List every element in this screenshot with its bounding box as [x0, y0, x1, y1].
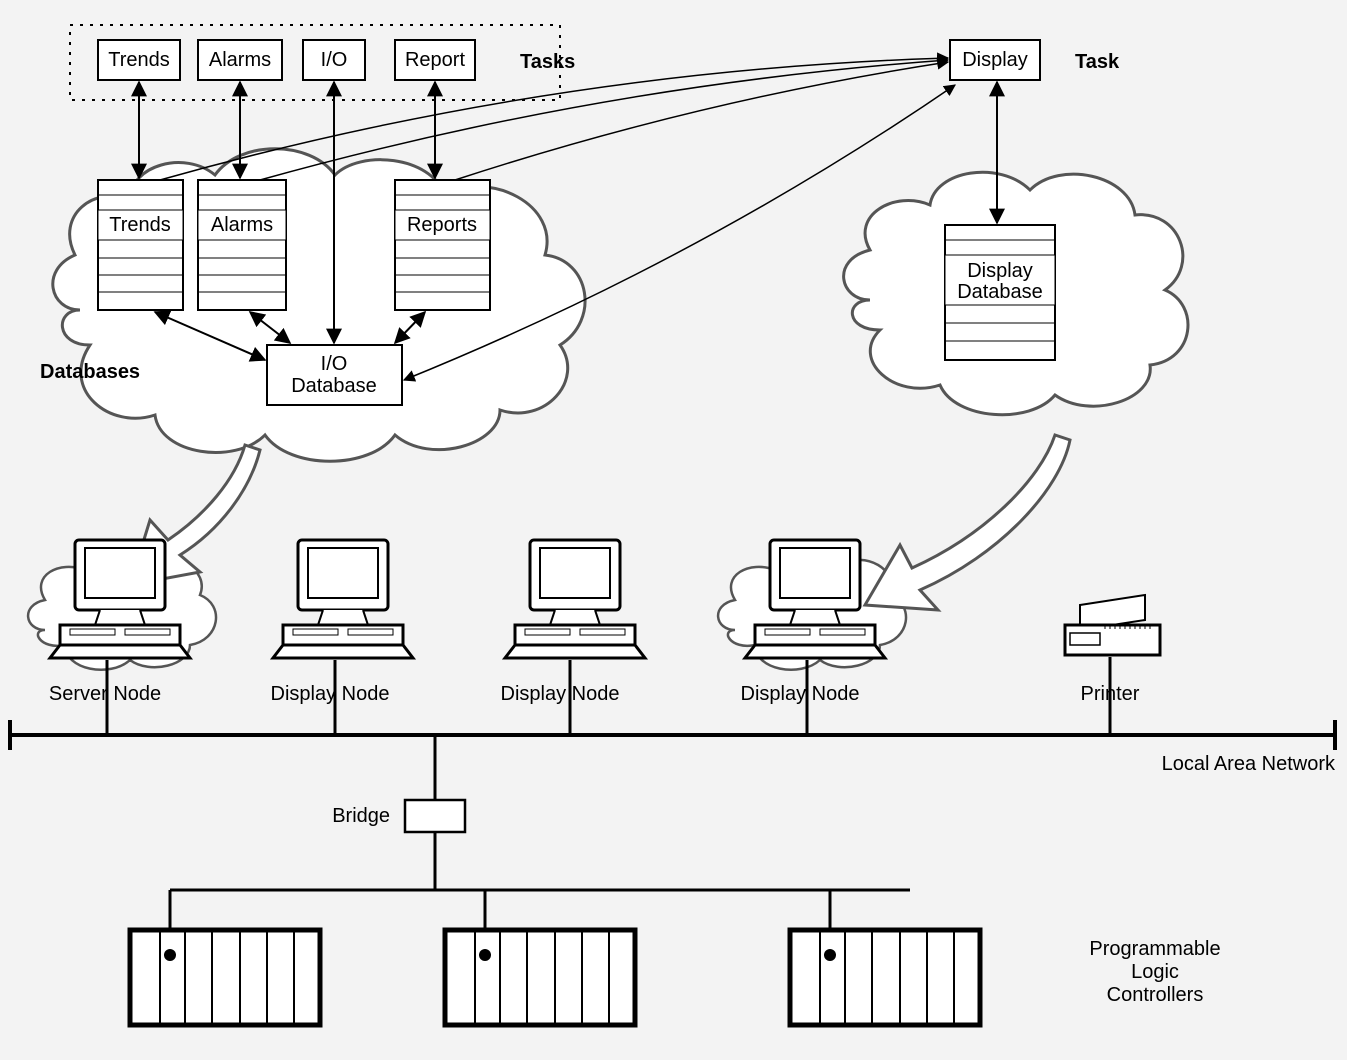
lan-label: Local Area Network — [1162, 753, 1336, 775]
db-display-label-1: Display — [967, 260, 1033, 282]
display-node-3-label: Display Node — [741, 683, 860, 705]
plc-label-3: Controllers — [1107, 984, 1204, 1006]
task-alarms: Alarms — [198, 40, 282, 80]
task-io: I/O — [303, 40, 365, 80]
bridge-box — [405, 800, 465, 832]
task-group-label-right: Task — [1075, 51, 1120, 73]
task-trends-label: Trends — [108, 49, 170, 71]
db-reports-label: Reports — [407, 214, 477, 236]
db-trends-label: Trends — [109, 214, 171, 236]
plc-2 — [445, 930, 635, 1025]
db-display-label-2: Database — [957, 281, 1043, 303]
task-report-label: Report — [405, 49, 465, 71]
plc-label-2: Logic — [1131, 961, 1179, 983]
display-node-1-label: Display Node — [271, 683, 390, 705]
db-io: I/O Database — [267, 345, 402, 405]
bridge-label: Bridge — [332, 805, 390, 827]
db-io-label-1: I/O — [321, 353, 348, 375]
task-trends: Trends — [98, 40, 180, 80]
db-alarms-label: Alarms — [211, 214, 273, 236]
plc-1 — [130, 930, 320, 1025]
db-alarms: Alarms — [198, 180, 286, 310]
plc-3 — [790, 930, 980, 1025]
databases-group-label: Databases — [40, 361, 140, 383]
task-display-label: Display — [962, 49, 1028, 71]
task-alarms-label: Alarms — [209, 49, 271, 71]
tasks-group-label: Tasks — [520, 51, 575, 73]
task-report: Report — [395, 40, 475, 80]
display-node-2-label: Display Node — [501, 683, 620, 705]
task-display: Display — [950, 40, 1040, 80]
task-io-label: I/O — [321, 49, 348, 71]
plc-label-1: Programmable — [1089, 938, 1220, 960]
db-reports: Reports — [395, 180, 490, 310]
server-node-label: Server Node — [49, 683, 161, 705]
db-io-label-2: Database — [291, 375, 377, 397]
db-trends: Trends — [98, 180, 183, 310]
db-display: Display Database — [945, 225, 1055, 360]
